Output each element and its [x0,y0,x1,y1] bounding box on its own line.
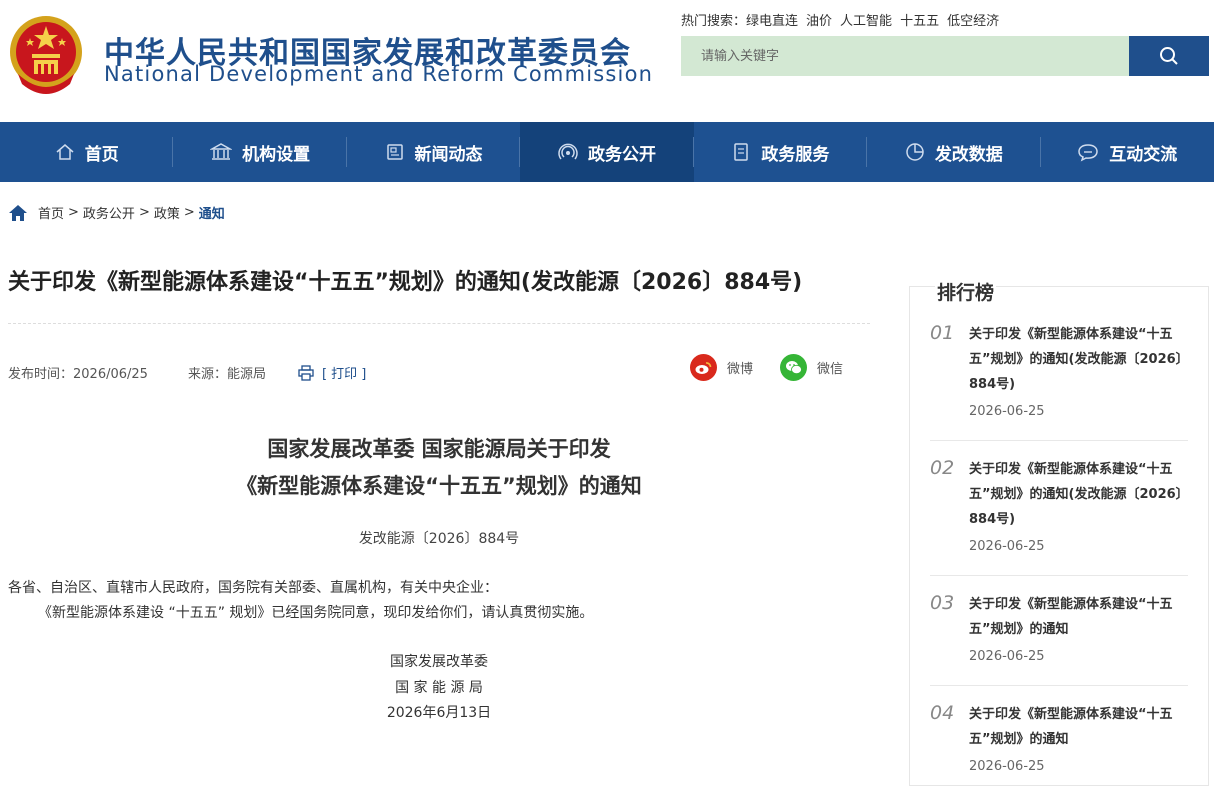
ranking-heading: 排行榜 [935,278,997,305]
ranking-number: 04 [930,702,955,724]
signature-agency: 国 家 能 源 局 [395,680,483,696]
ranking-item[interactable]: 04 关于印发《新型能源体系建设“十五五”规划》的通知 2026-06-25 [930,702,1188,777]
hot-search-term[interactable]: 绿电直连 [746,14,798,29]
hot-search: 热门搜索：绿电直连 油价 人工智能 十五五 低空经济 [681,10,1007,29]
nav-organization[interactable]: 机构设置 [173,122,347,182]
share-weibo-button[interactable]: 微博 [690,354,753,381]
nav-government-affairs[interactable]: 政务公开 [520,122,694,182]
signature-date: 2026年6月13日 [386,705,492,721]
ranking-date: 2026-06-25 [969,539,1045,554]
print-label: [ 打印 ] [321,367,367,382]
hot-search-term[interactable]: 十五五 [900,14,939,29]
nav-label: 互动交流 [1109,144,1178,165]
main-nav: 首页 机构设置 新闻动态 政务公开 政务服务 发改数据 互动交流 [0,122,1214,182]
ranking-title: 关于印发《新型能源体系建设“十五五”规划》的通知(发改能源〔2026〕884号) [969,462,1189,527]
ranking-item[interactable]: 03 关于印发《新型能源体系建设“十五五”规划》的通知 2026-06-25 [930,592,1188,686]
ranking-date: 2026-06-25 [969,759,1045,774]
breadcrumb: 首页 > 政务公开 > 政策 > 通知 [8,203,225,222]
nav-label: 发改数据 [934,144,1003,165]
nav-interaction[interactable]: 互动交流 [1041,122,1214,182]
search-bar [681,36,1209,76]
site-header: 中华人民共和国国家发展和改革委员会 National Development a… [0,0,1214,122]
hot-search-term[interactable]: 人工智能 [840,14,892,29]
nav-services[interactable]: 政务服务 [694,122,868,182]
search-input[interactable] [681,36,1129,76]
ranking-number: 02 [930,457,955,479]
document-number: 发改能源〔2026〕884号 [358,531,520,547]
share-weibo-label: 微博 [727,362,754,377]
printer-icon [298,364,314,381]
ranking-title: 关于印发《新型能源体系建设“十五五”规划》的通知 [969,707,1173,747]
title-divider [8,323,870,324]
signal-icon [558,143,578,160]
ranking-item[interactable]: 02 关于印发《新型能源体系建设“十五五”规划》的通知(发改能源〔2026〕88… [930,457,1189,576]
article-meta: 发布时间：2026/06/25 来源：能源局 [ 打印 ] [8,363,366,382]
nav-label: 政务服务 [761,144,830,165]
ranking-date: 2026-06-25 [969,404,1045,419]
share-wechat-button[interactable]: 微信 [780,354,843,381]
ranking-number: 03 [930,592,955,614]
share-wechat-label: 微信 [817,362,844,377]
article-source: 来源：能源局 [187,367,266,382]
body-paragraph: 各省、自治区、直辖市人民政府，国务院有关部委、直属机构，有关中央企业： [8,580,498,596]
news-icon [386,144,403,160]
pie-chart-icon [906,143,924,161]
nav-label: 机构设置 [242,144,311,165]
print-button[interactable]: [ 打印 ] [298,363,366,382]
ranking-date: 2026-06-25 [969,649,1045,664]
home-icon[interactable] [8,204,28,222]
nav-data[interactable]: 发改数据 [867,122,1041,182]
publish-date: 发布时间：2026/06/25 [8,367,148,382]
building-icon [210,143,233,160]
breadcrumb-government-affairs[interactable]: 政务公开 [83,203,135,222]
hot-search-term[interactable]: 油价 [806,14,832,29]
nav-home[interactable]: 首页 [0,122,174,182]
ranking-item[interactable]: 01 关于印发《新型能源体系建设“十五五”规划》的通知(发改能源〔2026〕88… [930,322,1189,441]
home-icon [56,144,74,160]
hot-search-label: 热门搜索： [681,14,747,29]
nav-label: 政务公开 [587,144,656,165]
ranking-number: 01 [930,322,955,344]
ranking-title: 关于印发《新型能源体系建设“十五五”规划》的通知 [969,597,1173,637]
nav-news[interactable]: 新闻动态 [347,122,521,182]
body-paragraph: 《新型能源体系建设 “十五五” 规划》已经国务院同意，现印发给你们，请认真贯彻实… [38,605,594,621]
site-subtitle: National Development and Reform Commissi… [104,62,654,86]
article-title: 关于印发《新型能源体系建设“十五五”规划》的通知(发改能源〔2026〕884号) [8,270,803,295]
search-icon [1160,47,1178,65]
weibo-icon [690,354,717,381]
breadcrumb-policy[interactable]: 政策 [154,203,180,222]
document-title-line2: 《新型能源体系建设“十五五”规划》的通知 [236,474,642,498]
search-button[interactable] [1129,36,1209,76]
chat-icon [1078,144,1098,162]
breadcrumb-home[interactable]: 首页 [38,203,64,222]
national-emblem-icon [10,16,82,94]
nav-label: 新闻动态 [414,144,483,165]
document-icon [734,143,749,161]
nav-label: 首页 [84,144,119,165]
breadcrumb-notice[interactable]: 通知 [199,203,225,222]
signature-agency: 国家发展改革委 [390,654,488,670]
document-title-line1: 国家发展改革委 国家能源局关于印发 [267,437,611,461]
wechat-icon [780,354,807,381]
hot-search-term[interactable]: 低空经济 [947,14,999,29]
ranking-title: 关于印发《新型能源体系建设“十五五”规划》的通知(发改能源〔2026〕884号) [969,327,1189,392]
